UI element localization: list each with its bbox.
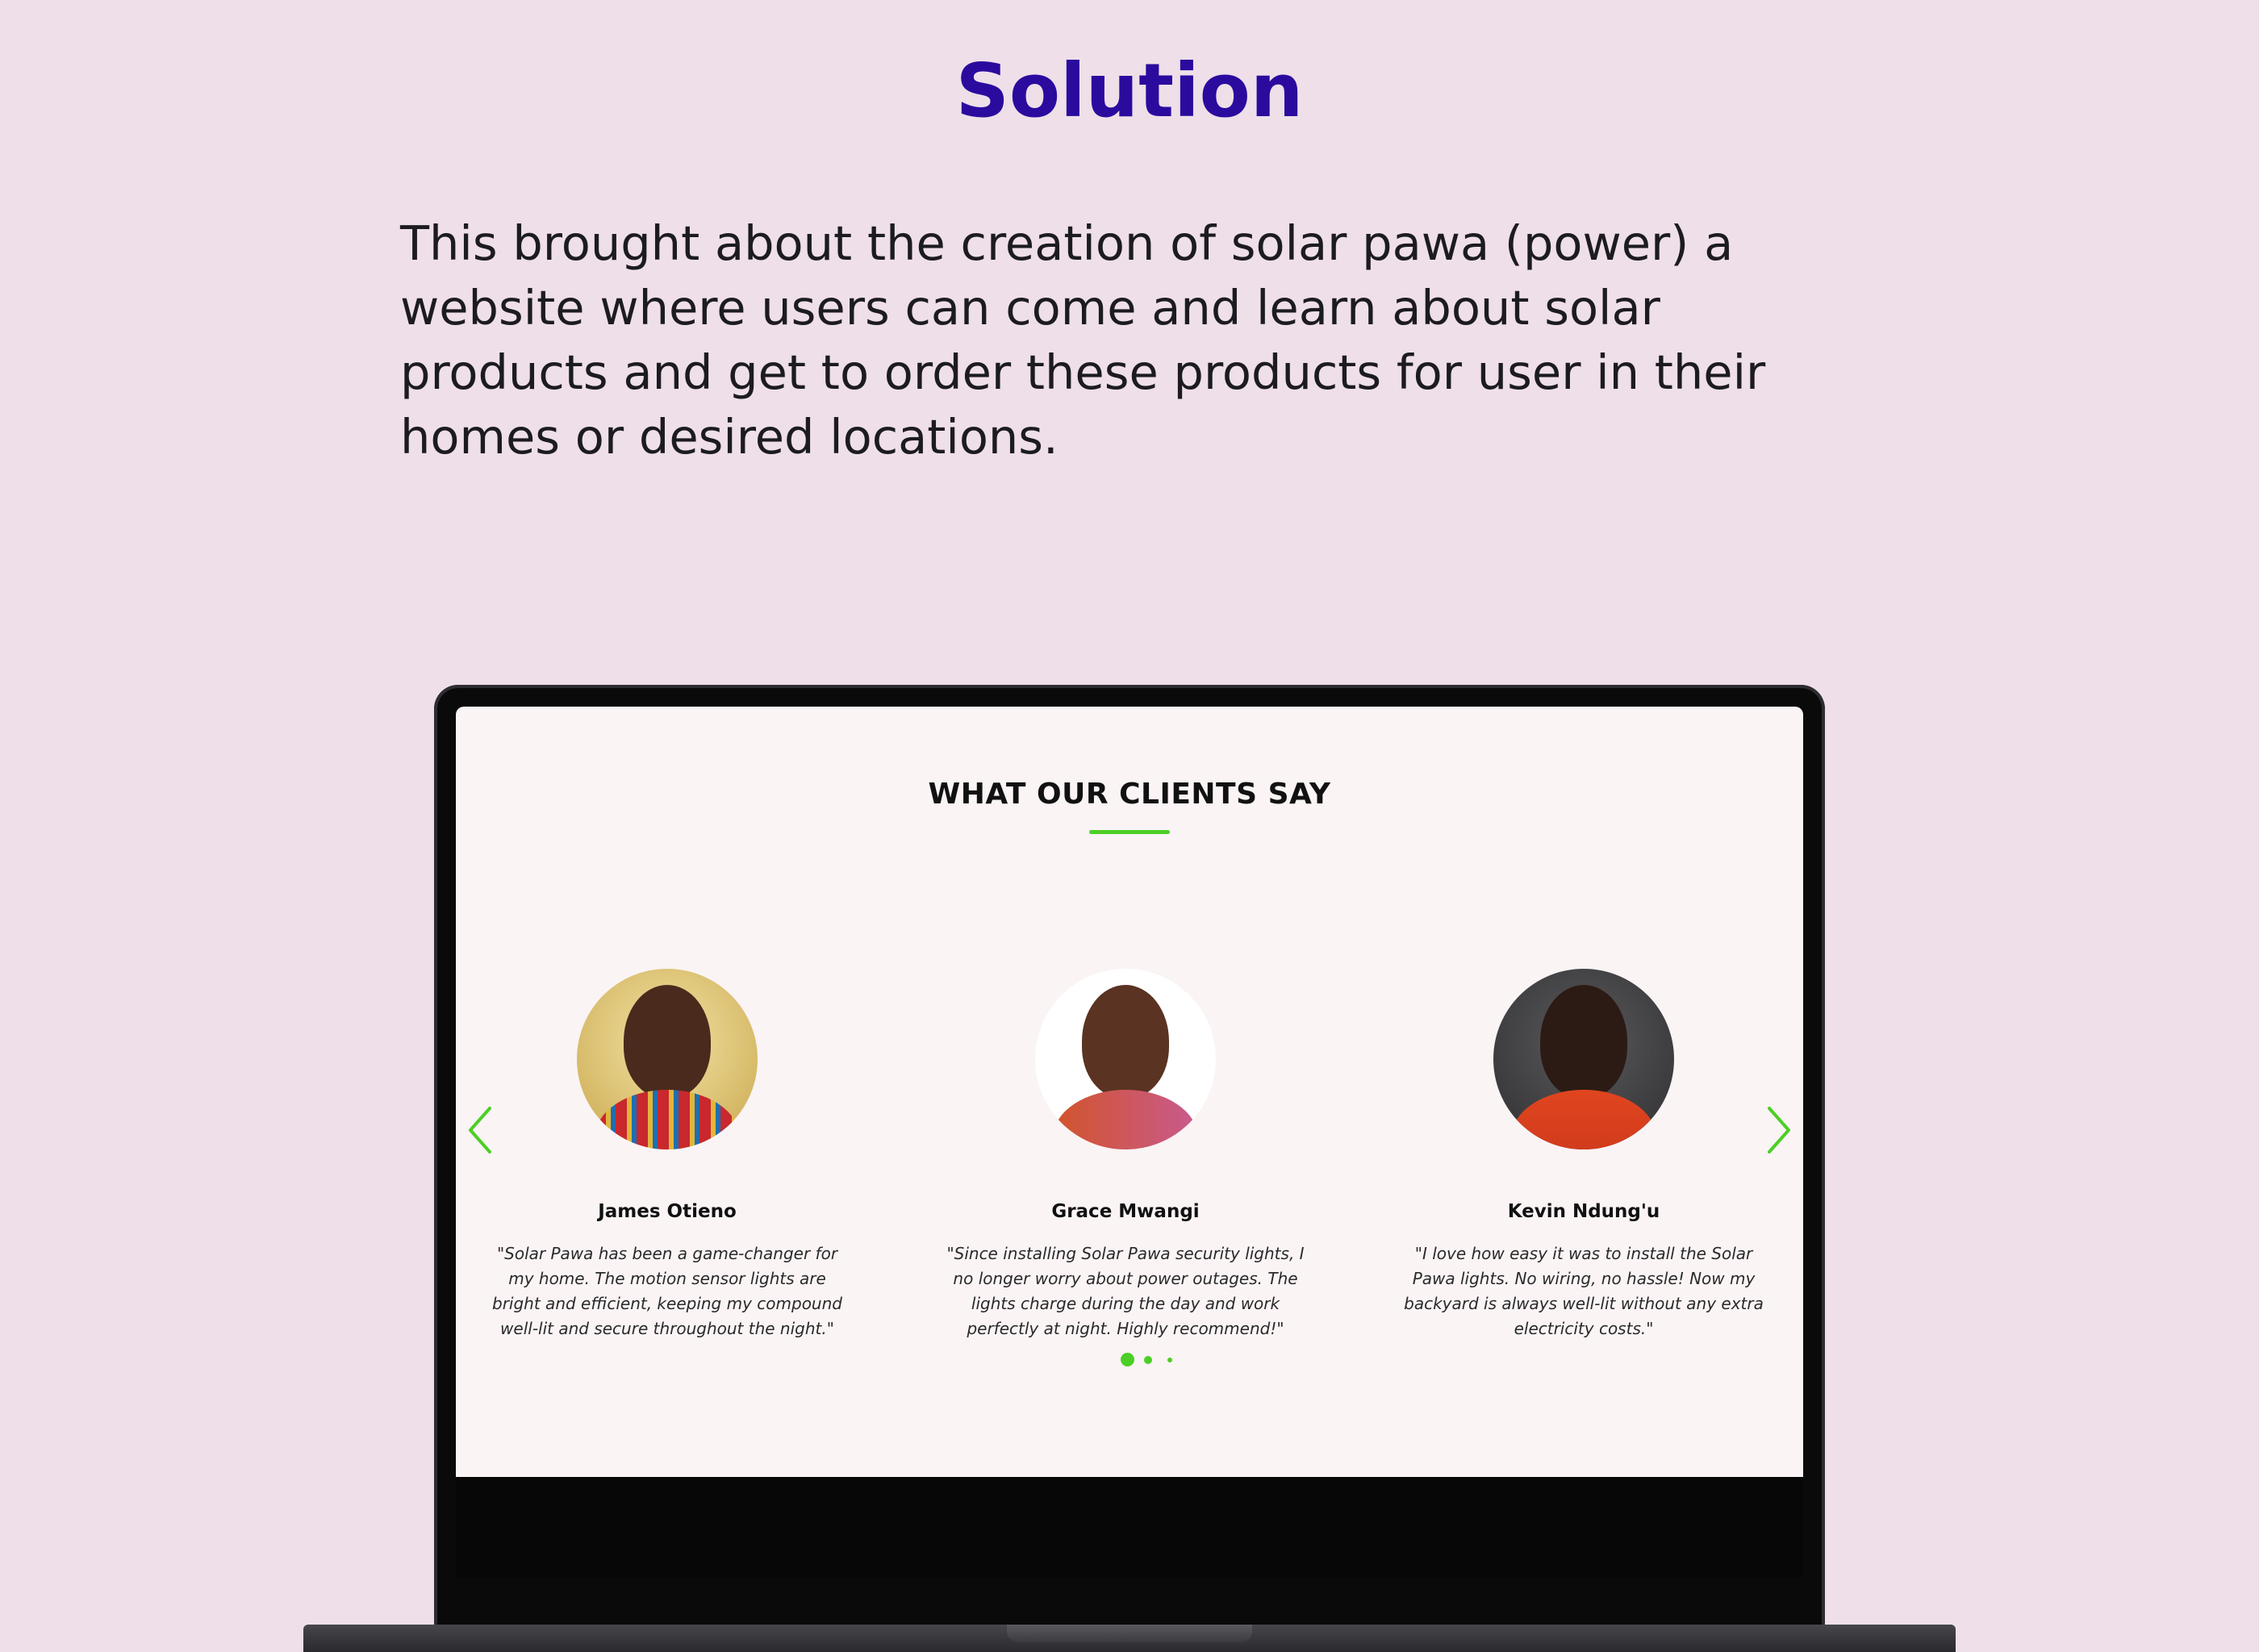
testimonial-card: Grace Mwangi "Since installing Solar Paw… xyxy=(940,969,1311,1341)
title-underline xyxy=(1089,830,1170,834)
carousel-dot[interactable] xyxy=(1144,1356,1152,1364)
laptop-screen: WHAT OUR CLIENTS SAY James Otieno "Solar… xyxy=(456,707,1803,1477)
page-title: Solution xyxy=(955,48,1304,134)
avatar-clothing xyxy=(595,1090,740,1149)
avatar-clothing xyxy=(1511,1090,1656,1149)
carousel-dot-active[interactable] xyxy=(1121,1353,1134,1366)
intro-paragraph: This brought about the creation of solar… xyxy=(400,215,1766,465)
testimonial-quote: "Solar Pawa has been a game-changer for … xyxy=(492,1244,842,1338)
avatar-face xyxy=(1540,985,1627,1098)
avatar-face xyxy=(624,985,711,1098)
testimonial-quote: "I love how easy it was to install the S… xyxy=(1404,1244,1764,1338)
avatar-face xyxy=(1082,985,1169,1098)
testimonial-card: Kevin Ndung'u "I love how easy it was to… xyxy=(1398,969,1769,1341)
testimonial-name: Grace Mwangi xyxy=(1051,1201,1200,1222)
testimonial-name: Kevin Ndung'u xyxy=(1507,1201,1660,1222)
carousel-dots xyxy=(1121,1353,1185,1369)
testimonial-quote: "Since installing Solar Pawa security li… xyxy=(946,1244,1305,1338)
avatar xyxy=(1493,969,1674,1149)
avatar xyxy=(1035,969,1216,1149)
laptop-base-notch xyxy=(1007,1625,1252,1642)
laptop-screen-bezel-bottom xyxy=(456,1477,1803,1578)
testimonial-card: James Otieno "Solar Pawa has been a game… xyxy=(482,969,853,1341)
carousel-dot[interactable] xyxy=(1167,1358,1172,1362)
avatar xyxy=(577,969,758,1149)
testimonial-name: James Otieno xyxy=(598,1201,737,1222)
avatar-clothing xyxy=(1053,1090,1198,1149)
testimonials-title: WHAT OUR CLIENTS SAY xyxy=(928,778,1331,811)
